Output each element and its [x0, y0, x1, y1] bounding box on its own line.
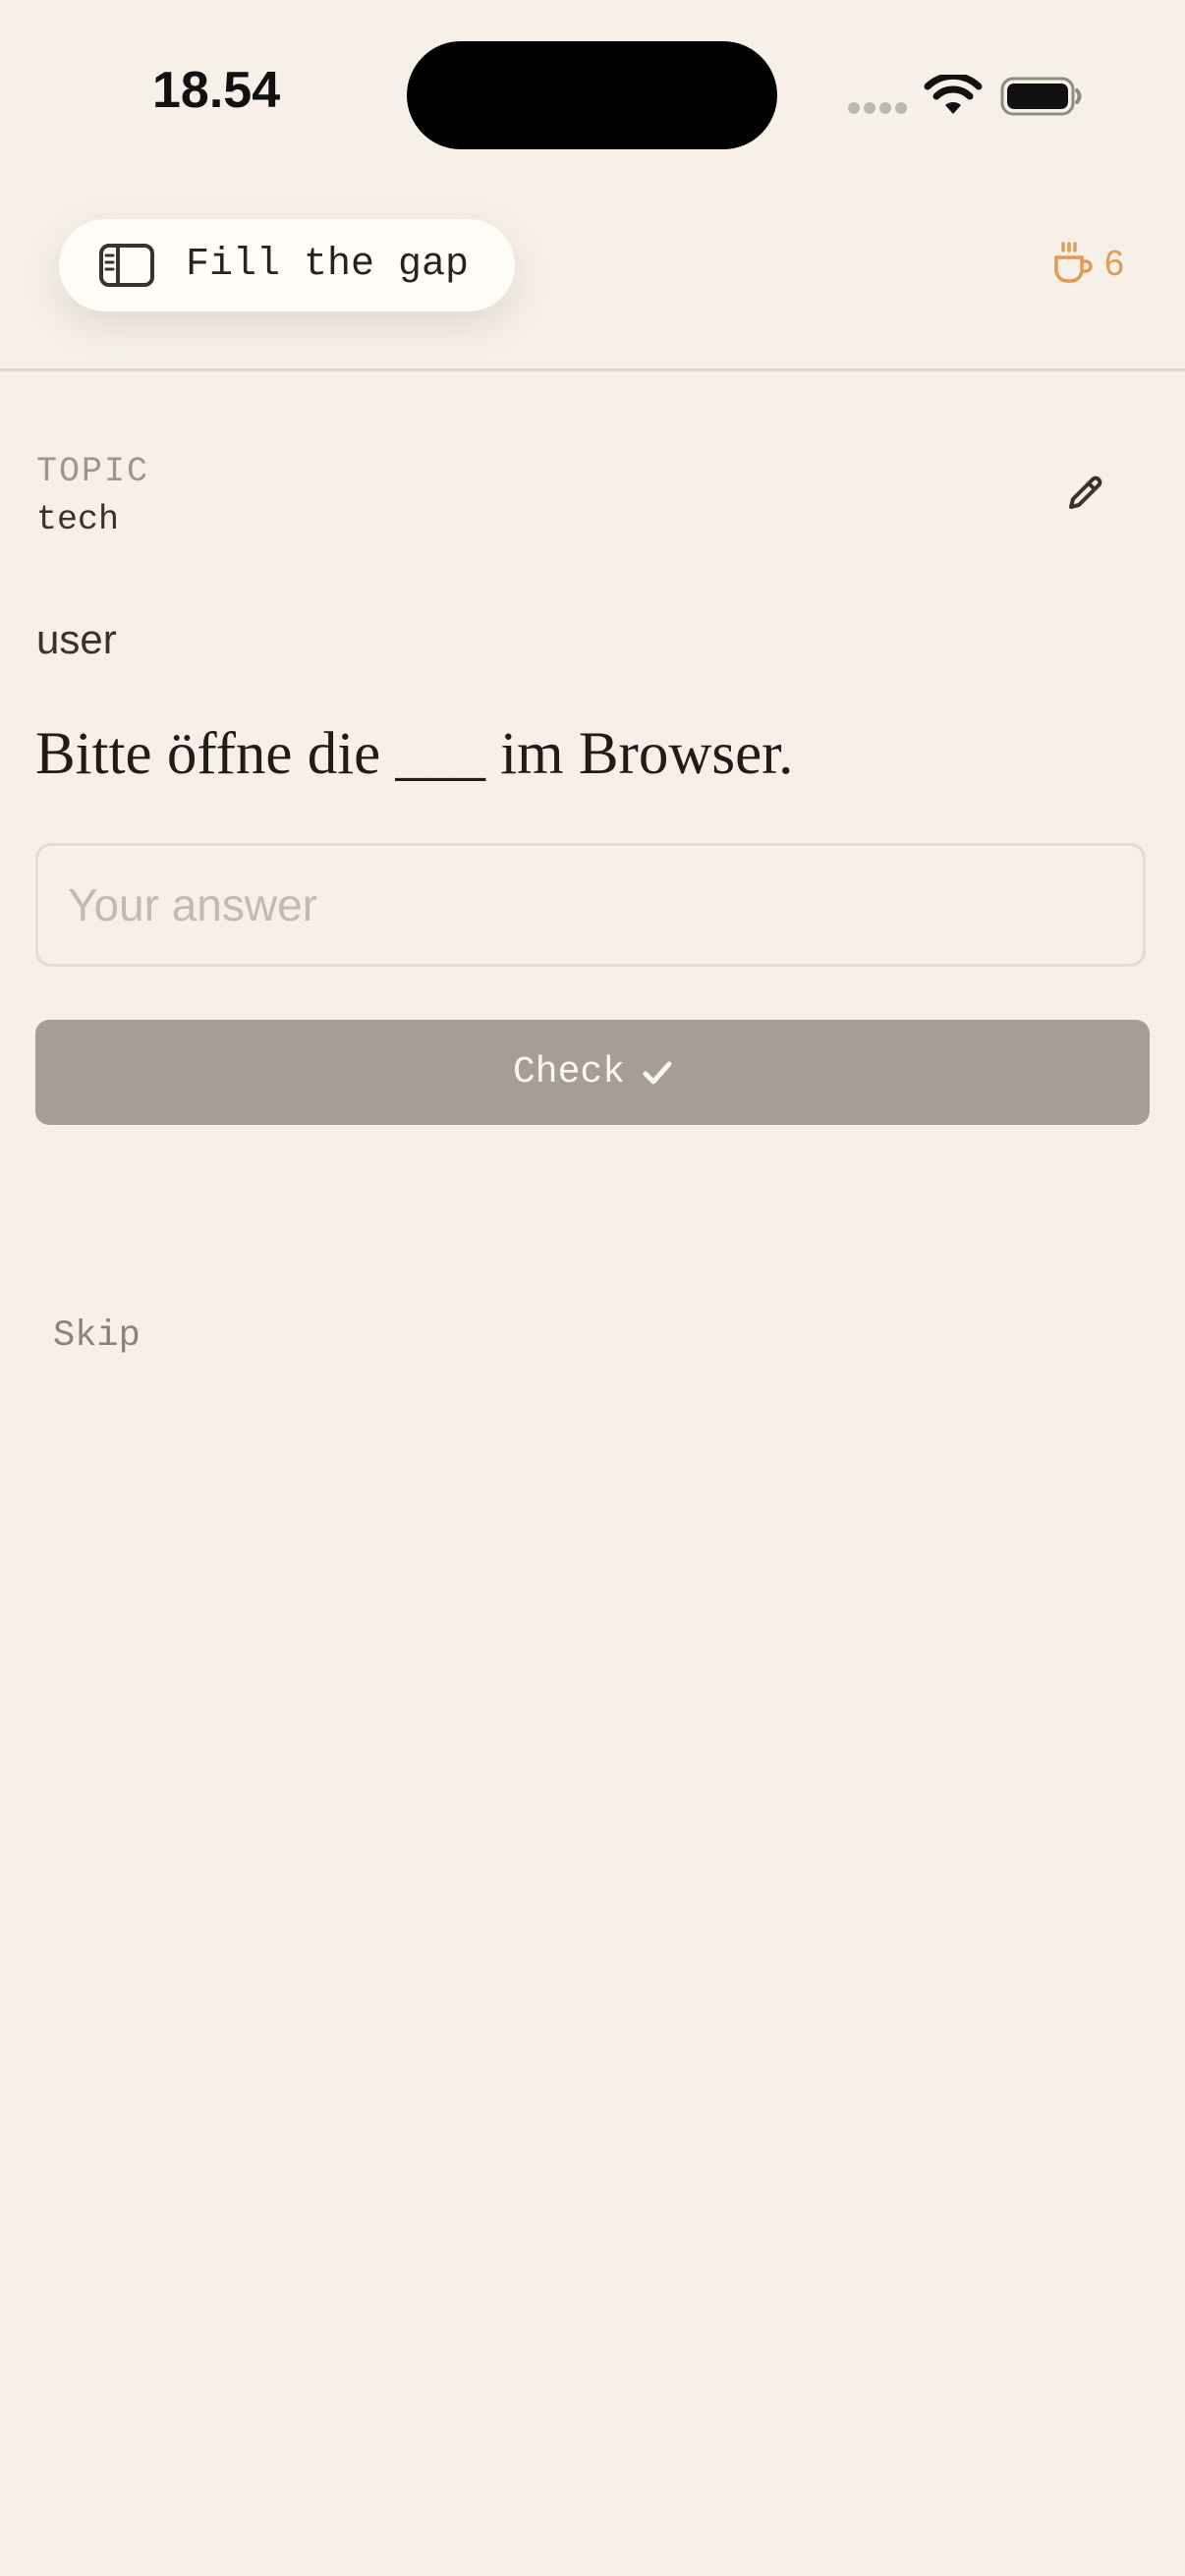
mode-label: Fill the gap	[186, 243, 470, 287]
battery-icon	[1000, 77, 1082, 116]
dynamic-island	[407, 41, 777, 149]
coffee-cup-icon	[1054, 242, 1093, 283]
status-time: 18.54	[152, 62, 281, 119]
topic-caption: TOPIC	[36, 452, 150, 491]
streak-count: 6	[1104, 243, 1125, 283]
signal-dots-icon	[848, 102, 909, 116]
mode-selector-button[interactable]: Fill the gap	[59, 219, 515, 311]
wifi-icon	[924, 75, 983, 114]
topic-value: tech	[36, 500, 120, 539]
checkmark-icon	[643, 1061, 672, 1084]
answer-input[interactable]	[35, 843, 1146, 967]
check-button[interactable]: Check	[35, 1020, 1150, 1125]
header-divider	[0, 368, 1185, 371]
speaker-label: user	[36, 616, 117, 662]
check-label: Check	[512, 1050, 626, 1093]
sidebar-toggle-icon	[99, 244, 154, 287]
edit-topic-button[interactable]	[1055, 464, 1114, 523]
gap-sentence: Bitte öffne die ___ im Browser.	[35, 721, 794, 787]
pencil-icon	[1069, 476, 1102, 509]
skip-button[interactable]: Skip	[53, 1315, 141, 1358]
